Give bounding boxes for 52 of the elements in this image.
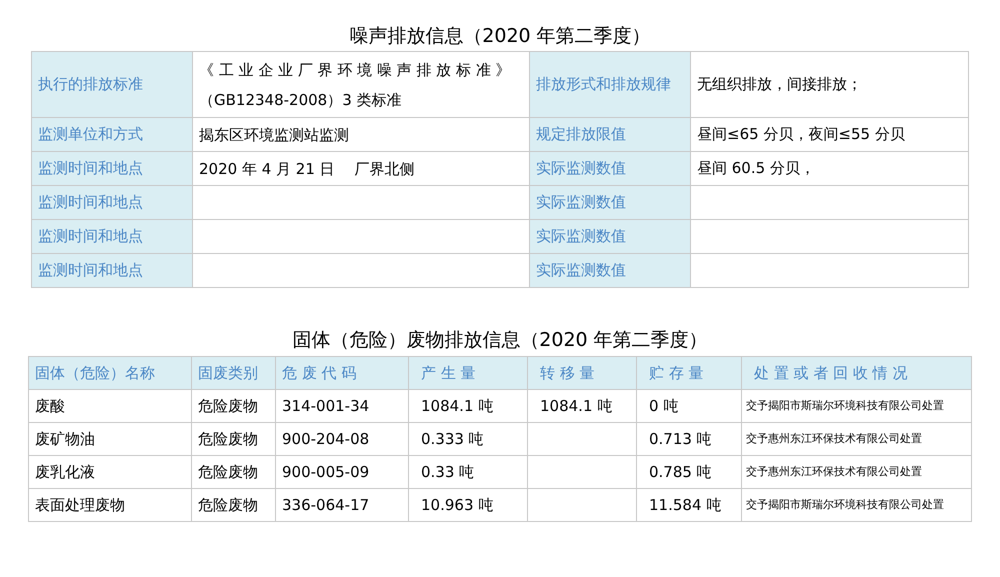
- table-cell: 废酸: [28, 390, 192, 422]
- table-cell: 《 工 业 企 业 厂 界 环 境 噪 声 排 放 标 准 》 （GB12348-2008）3 类标准: [192, 52, 530, 118]
- table-cell: 危险废物: [192, 456, 276, 488]
- table-cell: 排放形式和排放规律: [530, 52, 690, 118]
- table-cell: 0.33 吨: [408, 456, 528, 488]
- table-cell: 危险废物: [192, 488, 276, 522]
- table-cell: 交予惠州东江环保技术有限公司处置: [742, 422, 972, 456]
- column-header: 处 置 或 者 回 收 情 况: [742, 356, 972, 390]
- table-cell: 监测时间和地点: [32, 220, 192, 254]
- table-cell: 执行的排放标准: [32, 52, 192, 118]
- table-cell: 900-005-09: [276, 456, 408, 488]
- table-cell: 0 吨: [636, 390, 742, 422]
- table-cell: 交予揭阳市斯瑞尔环境科技有限公司处置: [742, 390, 972, 422]
- table-cell: 监测时间和地点: [32, 152, 192, 186]
- table-cell: 表面处理废物: [28, 488, 192, 522]
- table-cell: 11.584 吨: [636, 488, 742, 522]
- table-cell: 900-204-08: [276, 422, 408, 456]
- column-header: 固废类别: [192, 356, 276, 390]
- table-cell: 监测单位和方式: [32, 118, 192, 152]
- table-cell: 无组织排放，间接排放；: [690, 52, 968, 118]
- table-cell: 0.785 吨: [636, 456, 742, 488]
- table-cell: 0.713 吨: [636, 422, 742, 456]
- table-cell: 废乳化液: [28, 456, 192, 488]
- table-cell: 昼间≤65 分贝，夜间≤55 分贝: [690, 118, 968, 152]
- table-cell: 实际监测数值: [530, 220, 690, 254]
- table-title: 噪声排放信息（2020 年第二季度）: [349, 24, 651, 49]
- table-cell: 规定排放限值: [530, 118, 690, 152]
- table-cell: 10.963 吨: [408, 488, 528, 522]
- table-cell: 昼间 60.5 分贝，: [690, 152, 968, 186]
- table-cell: 336-064-17: [276, 488, 408, 522]
- table-cell: 实际监测数值: [530, 152, 690, 186]
- table-cell: 危险废物: [192, 390, 276, 422]
- table-cell: 0.333 吨: [408, 422, 528, 456]
- table-cell: 实际监测数值: [530, 254, 690, 288]
- column-header: 危 废 代 码: [276, 356, 408, 390]
- table-cell: 实际监测数值: [530, 186, 690, 220]
- table-cell: 交予惠州东江环保技术有限公司处置: [742, 456, 972, 488]
- column-header: 固体（危险）名称: [28, 356, 192, 390]
- column-header: 贮 存 量: [636, 356, 742, 390]
- table-cell: 危险废物: [192, 422, 276, 456]
- column-header: 转 移 量: [528, 356, 636, 390]
- table-cell: 监测时间和地点: [32, 186, 192, 220]
- table-cell: 314-001-34: [276, 390, 408, 422]
- table-cell: 揭东区环境监测站监测: [192, 118, 530, 152]
- table-cell: 交予揭阳市斯瑞尔环境科技有限公司处置: [742, 488, 972, 522]
- table-cell: 1084.1 吨: [408, 390, 528, 422]
- table-cell: 废矿物油: [28, 422, 192, 456]
- table-cell: 监测时间和地点: [32, 254, 192, 288]
- table-cell: 1084.1 吨: [528, 390, 636, 422]
- table-title: 固体（危险）废物排放信息（2020 年第二季度）: [292, 328, 708, 353]
- column-header: 产 生 量: [408, 356, 528, 390]
- table-cell: 2020 年 4 月 21 日 厂界北侧: [192, 152, 530, 186]
